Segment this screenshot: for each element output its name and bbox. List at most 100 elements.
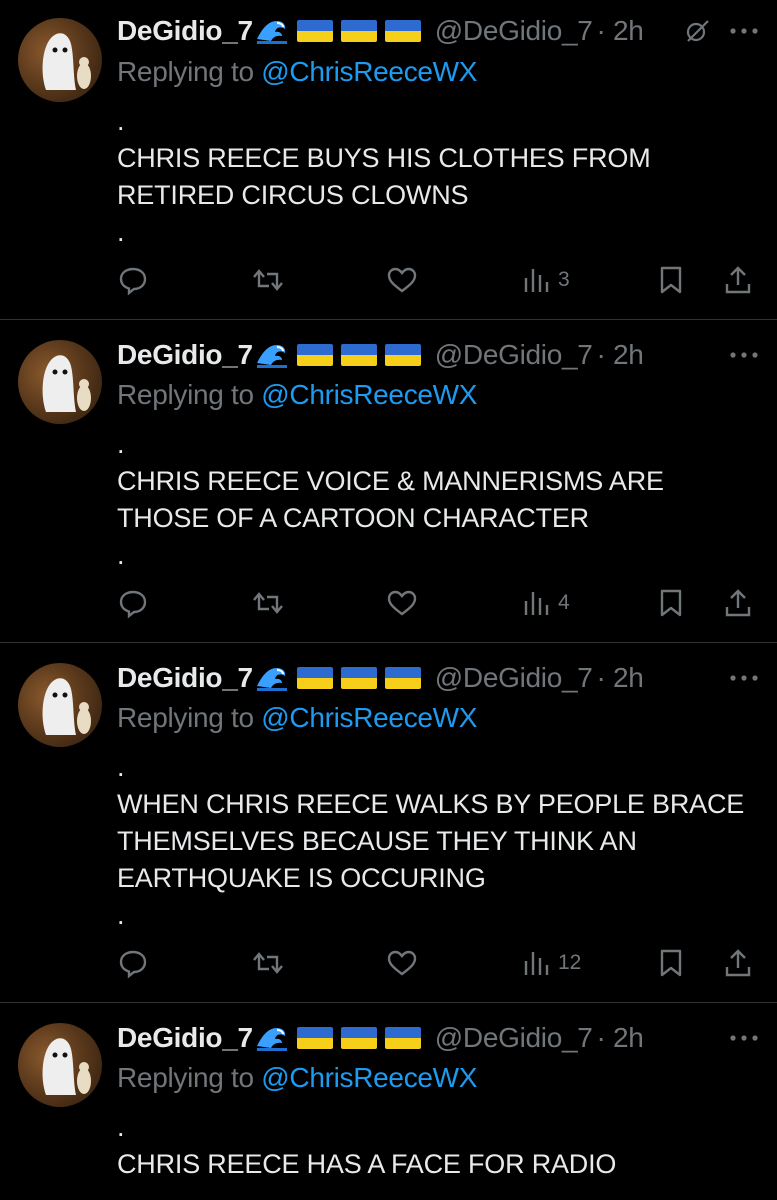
views-button[interactable]: 4 (522, 585, 570, 621)
ukraine-flag (296, 344, 333, 366)
ukraine-flag (384, 20, 421, 42)
reply-button[interactable] (117, 945, 149, 981)
reply-mention-link[interactable]: @ChrisReeceWX (261, 379, 477, 410)
replying-prefix: Replying to (117, 1062, 254, 1093)
views-count: 3 (558, 268, 570, 291)
tweet-line: . (117, 752, 125, 782)
avatar[interactable] (18, 1023, 102, 1107)
tweet[interactable]: DeGidio_7 @DeGidio_7 · 2h Replying to @C… (0, 643, 777, 1003)
tweet-line: . (117, 1112, 125, 1142)
like-icon (387, 590, 417, 616)
tweet-text: . CHRIS REECE BUYS HIS CLOTHES FROM RETI… (117, 103, 759, 251)
bookmark-icon (660, 949, 682, 977)
tweet[interactable]: DeGidio_7 @DeGidio_7 · 2h Replying to @C… (0, 0, 777, 320)
replying-prefix: Replying to (117, 56, 254, 87)
handle[interactable]: @DeGidio_7 (435, 662, 593, 694)
bookmark-icon (660, 589, 682, 617)
reply-mention-link[interactable]: @ChrisReeceWX (261, 56, 477, 87)
avatar[interactable] (18, 340, 102, 424)
reply-button[interactable] (117, 262, 149, 298)
share-button[interactable] (723, 262, 753, 298)
action-bar: 12 (117, 945, 759, 981)
replying-prefix: Replying to (117, 379, 254, 410)
reply-mention-link[interactable]: @ChrisReeceWX (261, 702, 477, 733)
more-icon[interactable] (729, 673, 759, 683)
timestamp[interactable]: · 2h (597, 15, 644, 47)
bookmark-icon (660, 266, 682, 294)
header-actions (729, 338, 759, 372)
tweet-line: . (117, 540, 125, 570)
tweet-text: . CHRIS REECE HAS A FACE FOR RADIO (117, 1109, 759, 1183)
display-name[interactable]: DeGidio_7 (117, 339, 253, 371)
tweet-text: . CHRIS REECE VOICE & MANNERISMS ARE THO… (117, 426, 759, 574)
wave-icon (256, 1028, 287, 1051)
views-button[interactable]: 3 (522, 262, 570, 298)
like-icon (387, 950, 417, 976)
ukraine-flag (384, 344, 421, 366)
replying-to: Replying to @ChrisReeceWX (117, 56, 477, 88)
avatar[interactable] (18, 663, 102, 747)
share-icon (725, 266, 751, 294)
bookmark-button[interactable] (657, 585, 685, 621)
tweet-line: . (117, 106, 125, 136)
name-emoji (255, 664, 421, 692)
views-icon (524, 592, 549, 615)
share-button[interactable] (723, 945, 753, 981)
ukraine-flag (296, 667, 333, 689)
ukraine-flag (384, 1027, 421, 1049)
tweet-header: DeGidio_7 @DeGidio_7 · 2h (117, 338, 759, 372)
display-name[interactable]: DeGidio_7 (117, 662, 253, 694)
like-button[interactable] (386, 945, 418, 981)
ukraine-flag (296, 20, 333, 42)
timestamp[interactable]: · 2h (597, 339, 644, 371)
wave-icon (256, 345, 287, 368)
wave-icon (256, 668, 287, 691)
more-icon[interactable] (729, 1033, 759, 1043)
handle[interactable]: @DeGidio_7 (435, 15, 593, 47)
reply-icon (119, 590, 147, 619)
retweet-icon (253, 592, 283, 614)
share-button[interactable] (723, 585, 753, 621)
name-emoji (255, 341, 421, 369)
reply-button[interactable] (117, 585, 149, 621)
wave-icon (256, 21, 287, 44)
timestamp[interactable]: · 2h (597, 662, 644, 694)
more-icon[interactable] (729, 26, 759, 36)
grok-icon[interactable] (683, 17, 711, 45)
timestamp[interactable]: · 2h (597, 1022, 644, 1054)
views-icon (524, 269, 549, 292)
like-button[interactable] (386, 262, 418, 298)
reply-mention-link[interactable]: @ChrisReeceWX (261, 1062, 477, 1093)
views-icon (524, 952, 549, 975)
retweet-icon (253, 952, 283, 974)
timeline: DeGidio_7 @DeGidio_7 · 2h Replying to @C… (0, 0, 777, 1200)
handle[interactable]: @DeGidio_7 (435, 1022, 593, 1054)
ukraine-flag (340, 667, 377, 689)
tweet[interactable]: DeGidio_7 @DeGidio_7 · 2h Replying to @C… (0, 320, 777, 643)
tweet-main-text: CHRIS REECE VOICE & MANNERISMS ARE THOSE… (117, 466, 664, 533)
ukraine-flag (340, 344, 377, 366)
retweet-button[interactable] (251, 585, 285, 621)
tweet-line: . (117, 217, 125, 247)
retweet-button[interactable] (251, 945, 285, 981)
more-icon[interactable] (729, 350, 759, 360)
header-actions (683, 14, 759, 48)
tweet-main-text: CHRIS REECE HAS A FACE FOR RADIO (117, 1149, 617, 1179)
like-button[interactable] (386, 585, 418, 621)
bookmark-button[interactable] (657, 262, 685, 298)
retweet-button[interactable] (251, 262, 285, 298)
views-button[interactable]: 12 (522, 945, 581, 981)
avatar[interactable] (18, 18, 102, 102)
ukraine-flag (296, 1027, 333, 1049)
handle[interactable]: @DeGidio_7 (435, 339, 593, 371)
name-emoji (255, 17, 421, 45)
tweet[interactable]: DeGidio_7 @DeGidio_7 · 2h Replying to @C… (0, 1003, 777, 1200)
views-count: 12 (558, 951, 582, 974)
header-actions (729, 661, 759, 695)
display-name[interactable]: DeGidio_7 (117, 1022, 253, 1054)
header-actions (729, 1021, 759, 1055)
display-name[interactable]: DeGidio_7 (117, 15, 253, 47)
tweet-header: DeGidio_7 @DeGidio_7 · 2h (117, 1021, 759, 1055)
ukraine-flag (340, 1027, 377, 1049)
bookmark-button[interactable] (657, 945, 685, 981)
